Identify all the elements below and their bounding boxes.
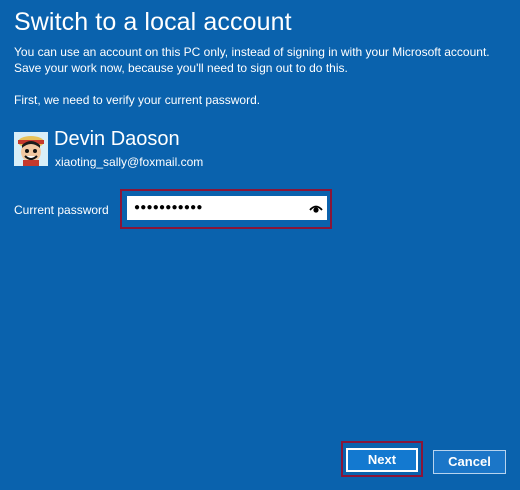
user-name: Devin Daoson (54, 128, 180, 150)
user-email: xiaoting_sally@foxmail.com (55, 155, 204, 169)
verify-instruction: First, we need to verify your current pa… (14, 93, 261, 107)
next-button[interactable]: Next (346, 448, 418, 472)
avatar-image (14, 132, 48, 166)
description-text: You can use an account on this PC only, … (14, 45, 490, 75)
current-password-label: Current password (14, 203, 109, 217)
eye-icon[interactable] (309, 201, 323, 215)
password-masked-value: ●●●●●●●●●●● (134, 202, 203, 213)
avatar (14, 132, 48, 166)
page-title: Switch to a local account (14, 8, 292, 36)
cancel-button[interactable]: Cancel (433, 450, 506, 474)
current-password-input[interactable]: ●●●●●●●●●●● (127, 196, 327, 220)
